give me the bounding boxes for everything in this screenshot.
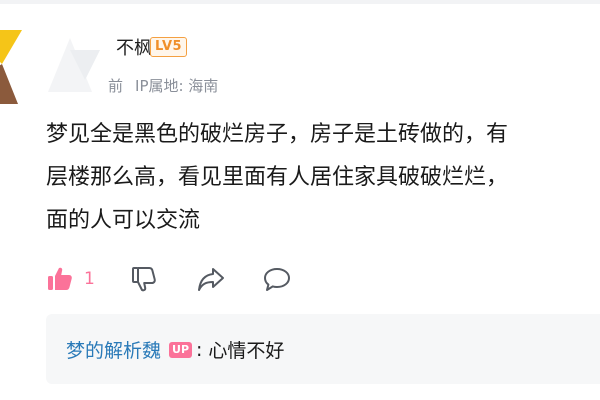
user-avatar[interactable] <box>0 24 26 104</box>
reply-button[interactable] <box>262 264 292 294</box>
comment-icon <box>264 268 290 291</box>
reply-author[interactable]: 梦的解析魏 <box>66 336 161 363</box>
comment-actions: 1 <box>46 264 346 294</box>
reply-separator: : <box>196 338 203 361</box>
ip-location: IP属地: 海南 <box>135 77 219 95</box>
thumbs-up-icon <box>48 267 72 290</box>
top-divider <box>0 0 600 4</box>
username[interactable]: 不枫 <box>116 34 152 60</box>
dislike-button[interactable] <box>130 264 158 294</box>
comment-line: 梦见全是黑色的破烂房子，房子是土砖做的，有 <box>46 122 509 147</box>
up-badge: UP <box>169 341 193 358</box>
share-button[interactable] <box>196 264 226 294</box>
like-button[interactable]: 1 <box>46 264 95 294</box>
comment-time: 前 <box>108 77 124 95</box>
comment-text: 梦见全是黑色的破烂房子，房子是土砖做的，有 层楼那么高，看见里面有人居住家具破破… <box>46 113 600 242</box>
comment-line: 面的人可以交流 <box>46 208 201 233</box>
reply-line: 梦的解析魏 UP : 心情不好 <box>66 336 284 363</box>
level-badge: LV5 <box>150 37 188 57</box>
reply-preview[interactable]: 梦的解析魏 UP : 心情不好 <box>46 314 600 384</box>
thumbs-down-icon <box>132 267 156 292</box>
avatar-watermark <box>48 38 100 92</box>
reply-text: 心情不好 <box>208 340 285 362</box>
comment-meta: 前 IP属地: 海南 <box>108 75 218 96</box>
share-icon <box>198 268 224 291</box>
like-count: 1 <box>84 269 95 289</box>
comment-page: 不枫 LV5 前 IP属地: 海南 梦见全是黑色的破烂房子，房子是土砖做的，有 层… <box>0 0 600 400</box>
comment-line: 层楼那么高，看见里面有人居住家具破破烂烂， <box>46 165 509 190</box>
